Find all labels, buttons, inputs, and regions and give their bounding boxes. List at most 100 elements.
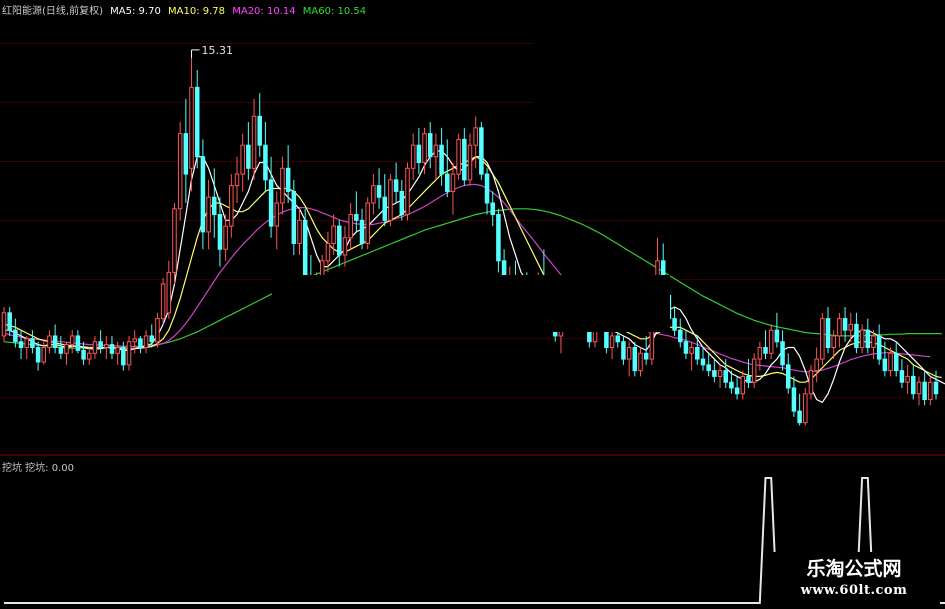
candle-body: [371, 185, 376, 204]
candle: [638, 347, 643, 377]
candle: [246, 122, 251, 180]
candle-body: [291, 190, 297, 244]
candle: [621, 335, 626, 365]
candle-body: [916, 381, 922, 395]
candle: [911, 364, 916, 400]
candle: [712, 359, 717, 383]
candle: [700, 347, 706, 371]
candle-body: [723, 370, 728, 383]
candle: [717, 364, 723, 388]
candle: [672, 307, 677, 336]
candle-body: [848, 323, 854, 331]
candle: [780, 330, 785, 371]
candle-body: [160, 283, 166, 320]
candle: [410, 133, 416, 180]
candle: [35, 341, 41, 371]
candle: [768, 324, 774, 360]
candle: [734, 376, 740, 400]
stock-chart: 15.318.95: [0, 0, 945, 604]
candle-body: [734, 387, 740, 395]
candle-body: [740, 375, 746, 395]
candle-body: [450, 173, 456, 192]
candle: [189, 57, 194, 192]
candle: [138, 335, 143, 354]
candle: [263, 122, 268, 192]
candle-body: [854, 323, 859, 349]
candle: [820, 312, 825, 365]
candle: [297, 208, 302, 256]
candle: [64, 341, 69, 365]
candle: [837, 312, 842, 348]
candle-body: [342, 237, 348, 256]
candle: [359, 208, 365, 250]
candle-body: [700, 358, 706, 366]
candle: [393, 162, 399, 203]
candle: [433, 133, 439, 180]
candle: [803, 387, 808, 426]
candle: [473, 116, 478, 169]
candle: [166, 260, 172, 319]
candle: [825, 307, 831, 354]
candle: [240, 133, 245, 192]
candle: [109, 335, 115, 360]
candle-body: [831, 335, 836, 349]
indicator-legend: 挖坑 挖坑: 0.00: [2, 463, 74, 474]
candle-body: [177, 133, 183, 210]
candle: [905, 364, 910, 394]
candle-body: [166, 271, 172, 314]
candle-body: [155, 318, 160, 343]
candle: [740, 370, 746, 400]
candle-body: [263, 144, 268, 181]
candle-body: [194, 86, 200, 158]
candle: [450, 162, 456, 215]
candle-body: [797, 410, 802, 424]
candle: [484, 168, 490, 215]
candle: [854, 312, 859, 354]
candle-body: [439, 144, 444, 175]
candle-body: [712, 370, 717, 377]
candle-body: [876, 335, 882, 360]
candle: [678, 318, 683, 348]
candle-body: [615, 335, 621, 343]
candle: [405, 162, 410, 221]
candle-body: [785, 364, 791, 389]
max-price-label: 15.31: [202, 44, 234, 57]
candle-body: [808, 370, 814, 395]
candle-body: [217, 214, 223, 250]
candle: [69, 330, 75, 354]
candle-body: [763, 347, 768, 354]
candle: [30, 330, 35, 354]
candle: [376, 168, 382, 209]
candle: [797, 393, 802, 426]
candle: [876, 324, 882, 365]
candle: [229, 174, 234, 238]
candle: [337, 220, 342, 267]
watermark-url: www.60lt.com: [800, 583, 908, 598]
candle: [467, 133, 473, 186]
candle-body: [52, 335, 58, 349]
candle: [416, 127, 422, 175]
candle: [177, 122, 183, 221]
candle: [206, 179, 211, 250]
candle: [268, 156, 274, 238]
candle-body: [274, 202, 280, 227]
candle-body: [484, 173, 490, 204]
stock-title: 红阳能源(日线,前复权): [2, 6, 103, 17]
candle-body: [331, 225, 336, 244]
candle-body: [774, 329, 780, 343]
candle: [888, 347, 893, 377]
candle: [399, 179, 405, 221]
candle: [439, 127, 444, 186]
candle-body: [689, 347, 694, 354]
candle-body: [132, 338, 137, 343]
candle: [7, 307, 12, 336]
candle-body: [200, 156, 206, 233]
candle-body: [678, 329, 683, 343]
candle-body: [490, 202, 495, 216]
candle: [785, 353, 791, 394]
candle: [342, 226, 348, 267]
candle-body: [143, 335, 149, 349]
candle: [1, 307, 7, 342]
candle-body: [382, 196, 388, 221]
candle-body: [462, 138, 467, 181]
